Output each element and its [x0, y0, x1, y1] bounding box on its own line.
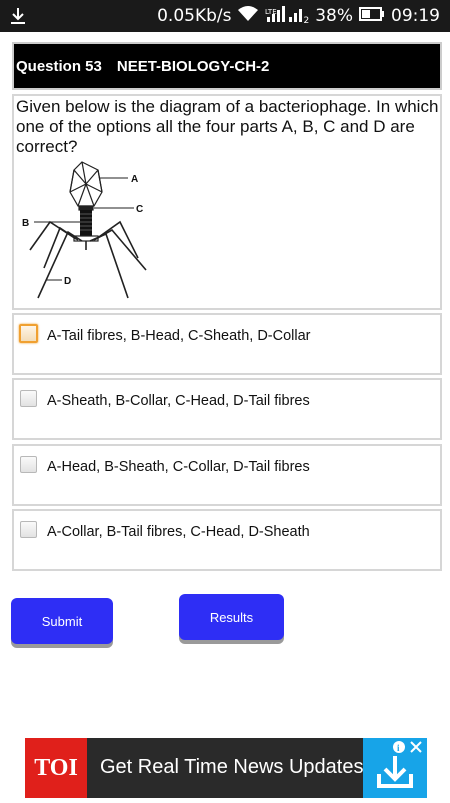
option-1-checkbox[interactable]	[19, 324, 38, 343]
download-icon: i	[377, 741, 422, 788]
option-1[interactable]: A-Tail fibres, B-Head, C-Sheath, D-Colla…	[12, 313, 442, 375]
label-d: D	[64, 276, 71, 287]
option-1-label: A-Tail fibres, B-Head, C-Sheath, D-Colla…	[47, 328, 311, 344]
bacteriophage-diagram: A B C D	[16, 158, 166, 306]
option-4-label: A-Collar, B-Tail fibres, C-Head, D-Sheat…	[47, 524, 310, 540]
download-icon	[8, 6, 28, 26]
option-3[interactable]: A-Head, B-Sheath, C-Collar, D-Tail fibre…	[12, 444, 442, 506]
clock: 09:19	[391, 6, 440, 26]
status-bar: 0.05Kb/s LTE 2 38% 09:19	[0, 0, 450, 32]
ad-download-button[interactable]: i	[363, 738, 427, 798]
question-header: Question 53 NEET-BIOLOGY-CH-2	[12, 42, 442, 90]
question-card: Given below is the diagram of a bacterio…	[12, 94, 442, 310]
ad-text: Get Real Time News Updates	[100, 756, 364, 778]
option-2[interactable]: A-Sheath, B-Collar, C-Head, D-Tail fibre…	[12, 378, 442, 440]
option-3-label: A-Head, B-Sheath, C-Collar, D-Tail fibre…	[47, 459, 310, 475]
label-c: C	[136, 204, 143, 215]
option-4-checkbox[interactable]	[20, 521, 37, 538]
label-b: B	[22, 218, 29, 229]
option-4[interactable]: A-Collar, B-Tail fibres, C-Head, D-Sheat…	[12, 509, 442, 571]
wifi-icon	[237, 5, 259, 28]
battery-percent: 38%	[315, 6, 353, 26]
submit-button[interactable]: Submit	[11, 598, 113, 644]
label-a: A	[131, 174, 138, 185]
question-text: Given below is the diagram of a bacterio…	[16, 97, 439, 156]
sim-marker: 2	[303, 16, 310, 26]
signal-icon: LTE	[265, 5, 305, 28]
results-button[interactable]: Results	[179, 594, 284, 640]
ad-logo: TOI	[25, 738, 87, 798]
option-2-label: A-Sheath, B-Collar, C-Head, D-Tail fibre…	[47, 393, 310, 409]
network-speed: 0.05Kb/s	[157, 6, 232, 26]
option-3-checkbox[interactable]	[20, 456, 37, 473]
battery-icon	[359, 6, 385, 27]
ad-banner[interactable]: TOI Get Real Time News Updates i	[25, 738, 427, 798]
question-category: NEET-BIOLOGY-CH-2	[116, 57, 270, 75]
option-2-checkbox[interactable]	[20, 390, 37, 407]
question-number: Question 53	[16, 57, 102, 75]
